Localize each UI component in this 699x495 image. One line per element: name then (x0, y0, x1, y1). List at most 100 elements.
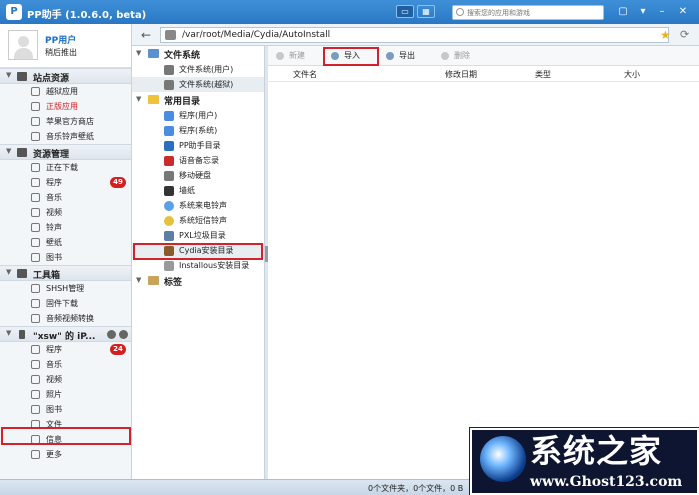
disk-icon (164, 65, 174, 75)
sidebar-item-device-programs[interactable]: 程序 24 (0, 342, 131, 357)
music-note-icon (164, 216, 174, 226)
column-name[interactable]: 文件名 (293, 69, 317, 80)
sidebar-item-device-files[interactable]: 文件 (0, 417, 131, 432)
collapse-arrow-icon: ▼ (136, 276, 142, 284)
import-button[interactable]: 导入 (329, 49, 360, 63)
sidebar-item-video[interactable]: 视频 (0, 205, 131, 220)
sidebar-item-wallpapers[interactable]: 壁纸 (0, 235, 131, 250)
column-type[interactable]: 类型 (535, 69, 551, 80)
app-search[interactable] (452, 5, 604, 20)
column-date[interactable]: 修改日期 (445, 69, 477, 80)
list-view-button[interactable]: ▭ (396, 5, 414, 18)
more-icon (31, 450, 40, 459)
tag-icon (148, 276, 159, 285)
section-toolbox[interactable]: ▼ 工具箱 (0, 265, 131, 281)
globe-logo-icon (480, 436, 526, 482)
delete-button[interactable]: 删除 (439, 49, 470, 63)
sidebar-item-jailbreak-apps[interactable]: 越狱应用 (0, 84, 131, 99)
tree-group-filesystem[interactable]: ▼ 文件系统 (132, 46, 264, 62)
trash-icon (164, 231, 174, 241)
sidebar-item-converter[interactable]: 音频视频转换 (0, 311, 131, 326)
app-search-input[interactable] (453, 6, 583, 19)
music-icon (31, 132, 40, 141)
path-text: /var/root/Media/Cydia/AutoInstall (182, 30, 331, 40)
tree-item-fs-user[interactable]: 文件系统(用户) (132, 62, 264, 77)
grid-icon (31, 178, 40, 187)
sidebar-item-programs[interactable]: 程序 49 (0, 175, 131, 190)
menu-icon[interactable]: ▾ (636, 5, 650, 19)
sidebar-item-firmware[interactable]: 固件下载 (0, 296, 131, 311)
sidebar-item-device-music[interactable]: 音乐 (0, 357, 131, 372)
video-icon (31, 208, 40, 217)
sidebar-item-shsh[interactable]: SHSH管理 (0, 281, 131, 296)
sidebar-item-device-photos[interactable]: 照片 (0, 387, 131, 402)
sidebar-item-ringtones-wallpapers[interactable]: 音乐铃声壁纸 (0, 129, 131, 144)
grid-view-button[interactable]: ▦ (417, 5, 435, 18)
pane-splitter[interactable] (265, 46, 268, 479)
bell-icon (31, 223, 40, 232)
sidebar-item-app-store[interactable]: 苹果官方商店 (0, 114, 131, 129)
minimize-button[interactable]: – (655, 5, 669, 19)
sidebar-item-music[interactable]: 音乐 (0, 190, 131, 205)
tree-item-user-apps[interactable]: 程序(用户) (132, 108, 264, 123)
sidebar-item-ringtones[interactable]: 铃声 (0, 220, 131, 235)
refresh-icon[interactable] (107, 330, 116, 339)
bookmark-star-icon[interactable]: ★ (660, 28, 671, 42)
sidebar-item-downloading[interactable]: 正在下载 (0, 160, 131, 175)
app-icon (164, 111, 174, 121)
tree-item-system-apps[interactable]: 程序(系统) (132, 123, 264, 138)
tree-item-pp-dir[interactable]: PP助手目录 (132, 138, 264, 153)
folder-icon (148, 95, 159, 104)
column-size[interactable]: 大小 (624, 69, 640, 80)
book-icon (31, 253, 40, 262)
back-arrow-icon[interactable]: ← (141, 28, 151, 42)
sidebar-item-genuine-apps[interactable]: 正版应用 (0, 99, 131, 114)
tree-group-common[interactable]: ▼ 常用目录 (132, 92, 264, 108)
user-status: 稍后推出 (45, 48, 77, 57)
convert-icon (31, 314, 40, 323)
firmware-icon (31, 299, 40, 308)
new-button[interactable]: 新建 (274, 49, 305, 63)
refresh-icon[interactable]: ⟳ (680, 28, 689, 41)
tree-group-tags[interactable]: ▼ 标签 (132, 273, 264, 289)
shsh-icon (31, 284, 40, 293)
eject-icon[interactable] (119, 330, 128, 339)
export-button[interactable]: 导出 (384, 49, 415, 63)
tree-item-ringtones[interactable]: 系统来电铃声 (132, 198, 264, 213)
user-name[interactable]: PP用户 (45, 33, 76, 46)
jailbreak-icon (31, 87, 40, 96)
tree-item-pxl-trash[interactable]: PXL垃圾目录 (132, 228, 264, 243)
collapse-arrow-icon: ▼ (6, 71, 12, 79)
wallpaper-icon (164, 186, 174, 196)
tree-item-sms-tones[interactable]: 系统短信铃声 (132, 213, 264, 228)
avatar[interactable] (8, 30, 38, 60)
delete-icon (441, 52, 449, 60)
directory-tree: ▼ 文件系统 文件系统(用户) 文件系统(越狱) ▼ 常用目录 程序(用户) 程序(… (132, 46, 265, 479)
collapse-handle-icon[interactable] (265, 246, 268, 262)
tree-item-wallpaper[interactable]: 墙纸 (132, 183, 264, 198)
tree-item-voice-memos[interactable]: 语音备忘录 (132, 153, 264, 168)
photo-icon (31, 390, 40, 399)
count-badge: 24 (110, 344, 126, 355)
message-icon (31, 435, 40, 444)
section-site-resources[interactable]: ▼ 站点资源 (0, 68, 131, 84)
sidebar-item-books[interactable]: 图书 (0, 250, 131, 265)
sidebar-item-device-messages[interactable]: 信息 (0, 432, 131, 447)
section-resource-management[interactable]: ▼ 资源管理 (0, 144, 131, 160)
count-badge: 49 (110, 177, 126, 188)
collapse-arrow-icon: ▼ (136, 49, 142, 57)
path-input[interactable]: /var/root/Media/Cydia/AutoInstall (160, 27, 669, 43)
section-device[interactable]: ▼ "xsw" 的 iP... (0, 326, 131, 342)
tree-item-fs-jailbreak[interactable]: 文件系统(越狱) (132, 77, 264, 92)
sidebar-item-device-video[interactable]: 视频 (0, 372, 131, 387)
tree-item-cydia[interactable]: Cydia安装目录 (132, 243, 264, 258)
sidebar-item-device-more[interactable]: 更多 (0, 447, 131, 462)
toolbox-icon (17, 269, 27, 278)
device-actions (104, 330, 128, 342)
tree-item-installous[interactable]: Installous安装目录 (132, 258, 264, 273)
sidebar-item-device-books[interactable]: 图书 (0, 402, 131, 417)
star-icon (31, 102, 40, 111)
skin-icon[interactable]: ▢ (616, 5, 630, 19)
tree-item-mobile-disk[interactable]: 移动硬盘 (132, 168, 264, 183)
close-button[interactable]: ✕ (676, 5, 690, 19)
